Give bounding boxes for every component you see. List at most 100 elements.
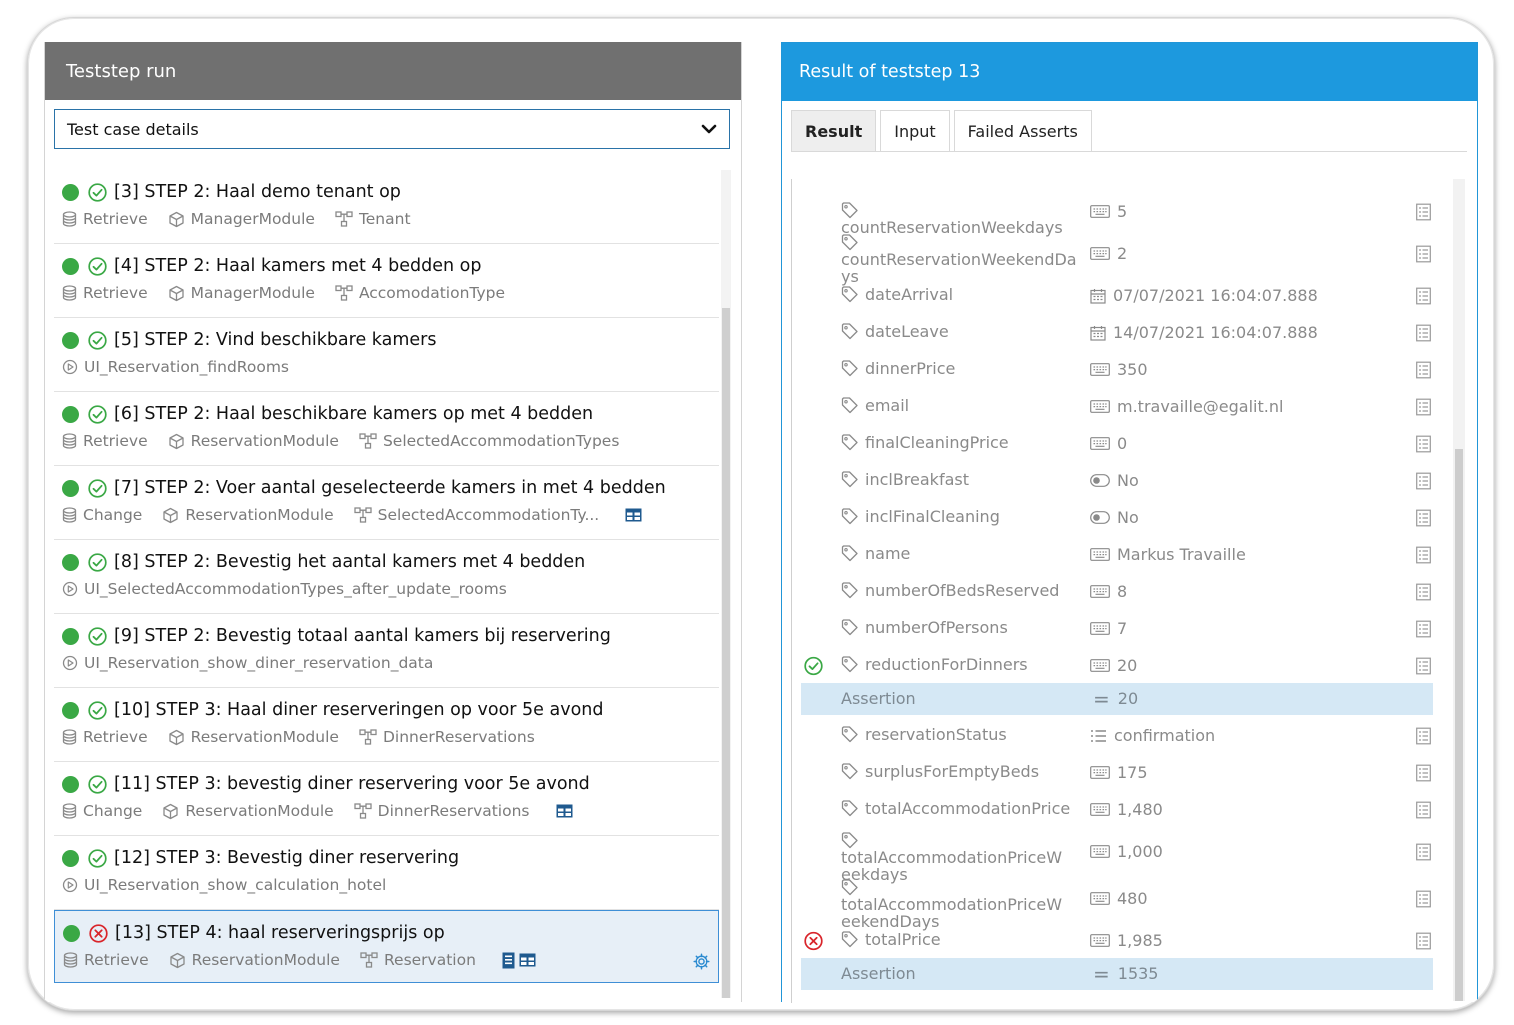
meta-item: Retrieve bbox=[62, 728, 148, 746]
entity-icon bbox=[354, 803, 378, 819]
entity-icon bbox=[335, 285, 359, 301]
tag-icon bbox=[841, 286, 859, 303]
field-name: dateLeave bbox=[841, 323, 1079, 340]
table-icon[interactable] bbox=[556, 804, 573, 818]
tag-icon bbox=[841, 832, 859, 849]
detail-icon[interactable] bbox=[1416, 398, 1431, 415]
meta-text: ReservationModule bbox=[185, 506, 334, 524]
detail-icon[interactable] bbox=[1416, 620, 1431, 637]
detail-icon[interactable] bbox=[1416, 727, 1431, 744]
detail-icon[interactable] bbox=[1416, 583, 1431, 600]
scrollbar[interactable] bbox=[721, 170, 731, 998]
step-item[interactable]: [3] STEP 2: Haal demo tenant op Retrieve M… bbox=[54, 170, 719, 244]
scrollbar-thumb[interactable] bbox=[1455, 449, 1463, 1001]
field-name-text: countReservationWeekendDa bbox=[841, 250, 1077, 269]
meta-text: ReservationModule bbox=[191, 951, 340, 969]
detail-icon[interactable] bbox=[1416, 287, 1431, 304]
document-icon[interactable] bbox=[502, 952, 515, 969]
tab-result[interactable]: Result bbox=[791, 110, 877, 152]
detail-icon[interactable] bbox=[1416, 361, 1431, 378]
detail-icon[interactable] bbox=[1416, 932, 1431, 949]
entity-icon bbox=[335, 211, 359, 227]
detail-icon[interactable] bbox=[1416, 435, 1431, 452]
meta-item: SelectedAccommodationTypes bbox=[359, 432, 619, 450]
step-meta: Change ReservationModule DinnerReservation… bbox=[62, 802, 573, 820]
field-name: inclBreakfast bbox=[841, 471, 1079, 488]
result-row: totalAccommodationPrice 1,480 bbox=[792, 791, 1434, 828]
detail-icon[interactable] bbox=[1416, 546, 1431, 563]
field-value: confirmation bbox=[1090, 726, 1215, 745]
step-title: [7] STEP 2: Voer aantal geselecteerde ka… bbox=[114, 478, 666, 498]
assertion-label: Assertion bbox=[841, 964, 916, 983]
test-case-select[interactable]: Test case details bbox=[54, 109, 730, 149]
keyboard-icon bbox=[1090, 845, 1117, 858]
step-meta: Retrieve ReservationModule SelectedAccommo… bbox=[62, 432, 639, 450]
detail-icon[interactable] bbox=[1416, 890, 1431, 907]
detail-icon[interactable] bbox=[1416, 801, 1431, 818]
tag-icon bbox=[841, 582, 859, 599]
field-name: numberOfPersons bbox=[841, 619, 1079, 636]
step-item[interactable]: [8] STEP 2: Bevestig het aantal kamers m… bbox=[54, 540, 719, 614]
step-title: [5] STEP 2: Vind beschikbare kamers bbox=[114, 330, 437, 350]
scrollbar-thumb[interactable] bbox=[722, 308, 730, 998]
step-item[interactable]: [10] STEP 3: Haal diner reserveringen op… bbox=[54, 688, 719, 762]
play-icon bbox=[62, 655, 84, 671]
detail-icon[interactable] bbox=[1416, 657, 1431, 674]
tag-icon bbox=[841, 471, 859, 488]
step-item[interactable]: [5] STEP 2: Vind beschikbare kamers UI_Re… bbox=[54, 318, 719, 392]
result-row: inclFinalCleaning No bbox=[792, 499, 1434, 536]
field-value-text: No bbox=[1117, 508, 1139, 527]
detail-icon[interactable] bbox=[1416, 245, 1431, 262]
keyboard-icon bbox=[1090, 659, 1117, 672]
cube-icon bbox=[168, 433, 191, 450]
field-value-text: confirmation bbox=[1114, 726, 1216, 745]
run-status-dot bbox=[62, 331, 79, 349]
meta-text: AccomodationType bbox=[358, 284, 506, 302]
result-row: name Markus Travaille bbox=[792, 536, 1434, 573]
field-value-text: 1,985 bbox=[1117, 931, 1163, 950]
assertion-expected: 20 bbox=[1117, 689, 1139, 708]
toggle-icon bbox=[1090, 511, 1117, 524]
detail-icon[interactable] bbox=[1416, 203, 1431, 220]
keyboard-icon bbox=[1090, 934, 1117, 947]
step-item[interactable]: [7] STEP 2: Voer aantal geselecteerde ka… bbox=[54, 466, 719, 540]
run-status-dot bbox=[62, 257, 79, 275]
step-title: [13] STEP 4: haal reserveringsprijs op bbox=[115, 923, 445, 943]
tag-icon bbox=[841, 656, 859, 673]
table-icon[interactable] bbox=[625, 508, 642, 522]
step-item[interactable]: [9] STEP 2: Bevestig totaal aantal kamer… bbox=[54, 614, 719, 688]
field-value-text: 1,480 bbox=[1117, 800, 1163, 819]
meta-item: Retrieve bbox=[63, 951, 149, 969]
database-icon bbox=[62, 211, 83, 227]
tab-input[interactable]: Input bbox=[880, 110, 950, 151]
cube-icon bbox=[162, 803, 185, 820]
meta-text: DinnerReservations bbox=[377, 802, 530, 820]
gear-icon[interactable] bbox=[693, 953, 710, 970]
assertion-row: Assertion = 20 bbox=[801, 683, 1433, 715]
run-status-dot bbox=[62, 775, 79, 793]
teststep-run-panel: Teststep run Test case details [3] STEP … bbox=[44, 42, 742, 1002]
tab-bar: Result Input Failed Asserts bbox=[791, 110, 1096, 152]
check-circle-icon bbox=[88, 552, 107, 572]
detail-icon[interactable] bbox=[1416, 843, 1431, 860]
detail-icon[interactable] bbox=[1416, 764, 1431, 781]
meta-item: Change bbox=[62, 506, 142, 524]
field-name: numberOfBedsReserved bbox=[841, 582, 1079, 599]
table-icon[interactable] bbox=[519, 953, 536, 967]
detail-icon[interactable] bbox=[1416, 324, 1431, 341]
step-item[interactable]: [4] STEP 2: Haal kamers met 4 bedden op R… bbox=[54, 244, 719, 318]
step-item[interactable]: [13] STEP 4: haal reserveringsprijs op Re… bbox=[54, 910, 719, 983]
meta-item: DinnerReservations bbox=[354, 802, 530, 820]
result-row: numberOfPersons 7 bbox=[792, 610, 1434, 647]
scrollbar[interactable] bbox=[1453, 179, 1465, 1001]
step-item[interactable]: [12] STEP 3: Bevestig diner reservering U… bbox=[54, 836, 719, 910]
step-item[interactable]: [6] STEP 2: Haal beschikbare kamers op m… bbox=[54, 392, 719, 466]
tag-icon bbox=[841, 234, 859, 251]
step-item[interactable]: [11] STEP 3: bevestig diner reservering … bbox=[54, 762, 719, 836]
field-value-text: m.travaille@egalit.nl bbox=[1117, 397, 1284, 416]
field-name: totalPrice bbox=[841, 931, 1079, 948]
detail-icon[interactable] bbox=[1416, 509, 1431, 526]
detail-icon[interactable] bbox=[1416, 472, 1431, 489]
tab-failed-asserts[interactable]: Failed Asserts bbox=[953, 110, 1092, 151]
cube-icon bbox=[168, 729, 191, 746]
